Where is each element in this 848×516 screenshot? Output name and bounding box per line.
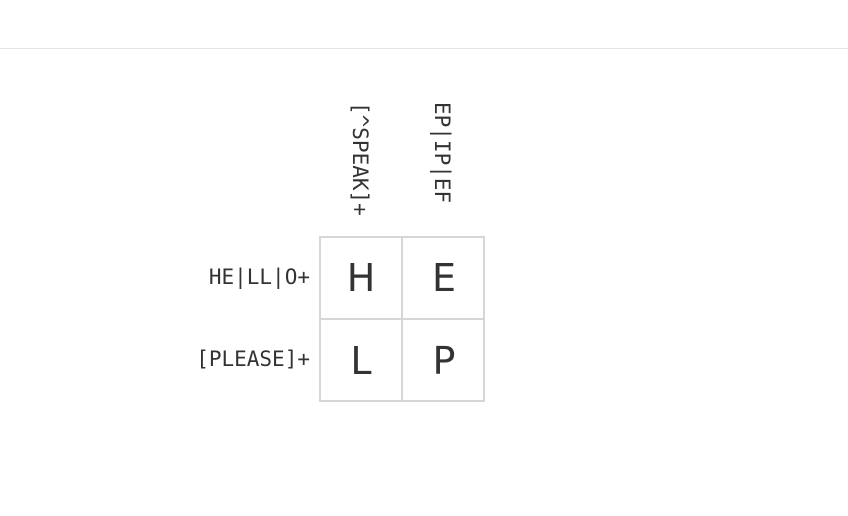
row-clue-2: [PLEASE]+ xyxy=(196,347,310,371)
row-clue-1: HE|LL|O+ xyxy=(208,265,310,289)
grid-cell[interactable]: E xyxy=(403,238,485,320)
top-bar xyxy=(0,0,848,49)
grid-cell[interactable]: L xyxy=(321,320,403,402)
column-clue-1: [^SPEAK]+ xyxy=(348,102,372,216)
grid-cell[interactable]: H xyxy=(321,238,403,320)
column-clue-2: EP|IP|EF xyxy=(430,102,454,204)
grid-cell[interactable]: P xyxy=(403,320,485,402)
puzzle-grid: H E L P xyxy=(319,236,485,402)
